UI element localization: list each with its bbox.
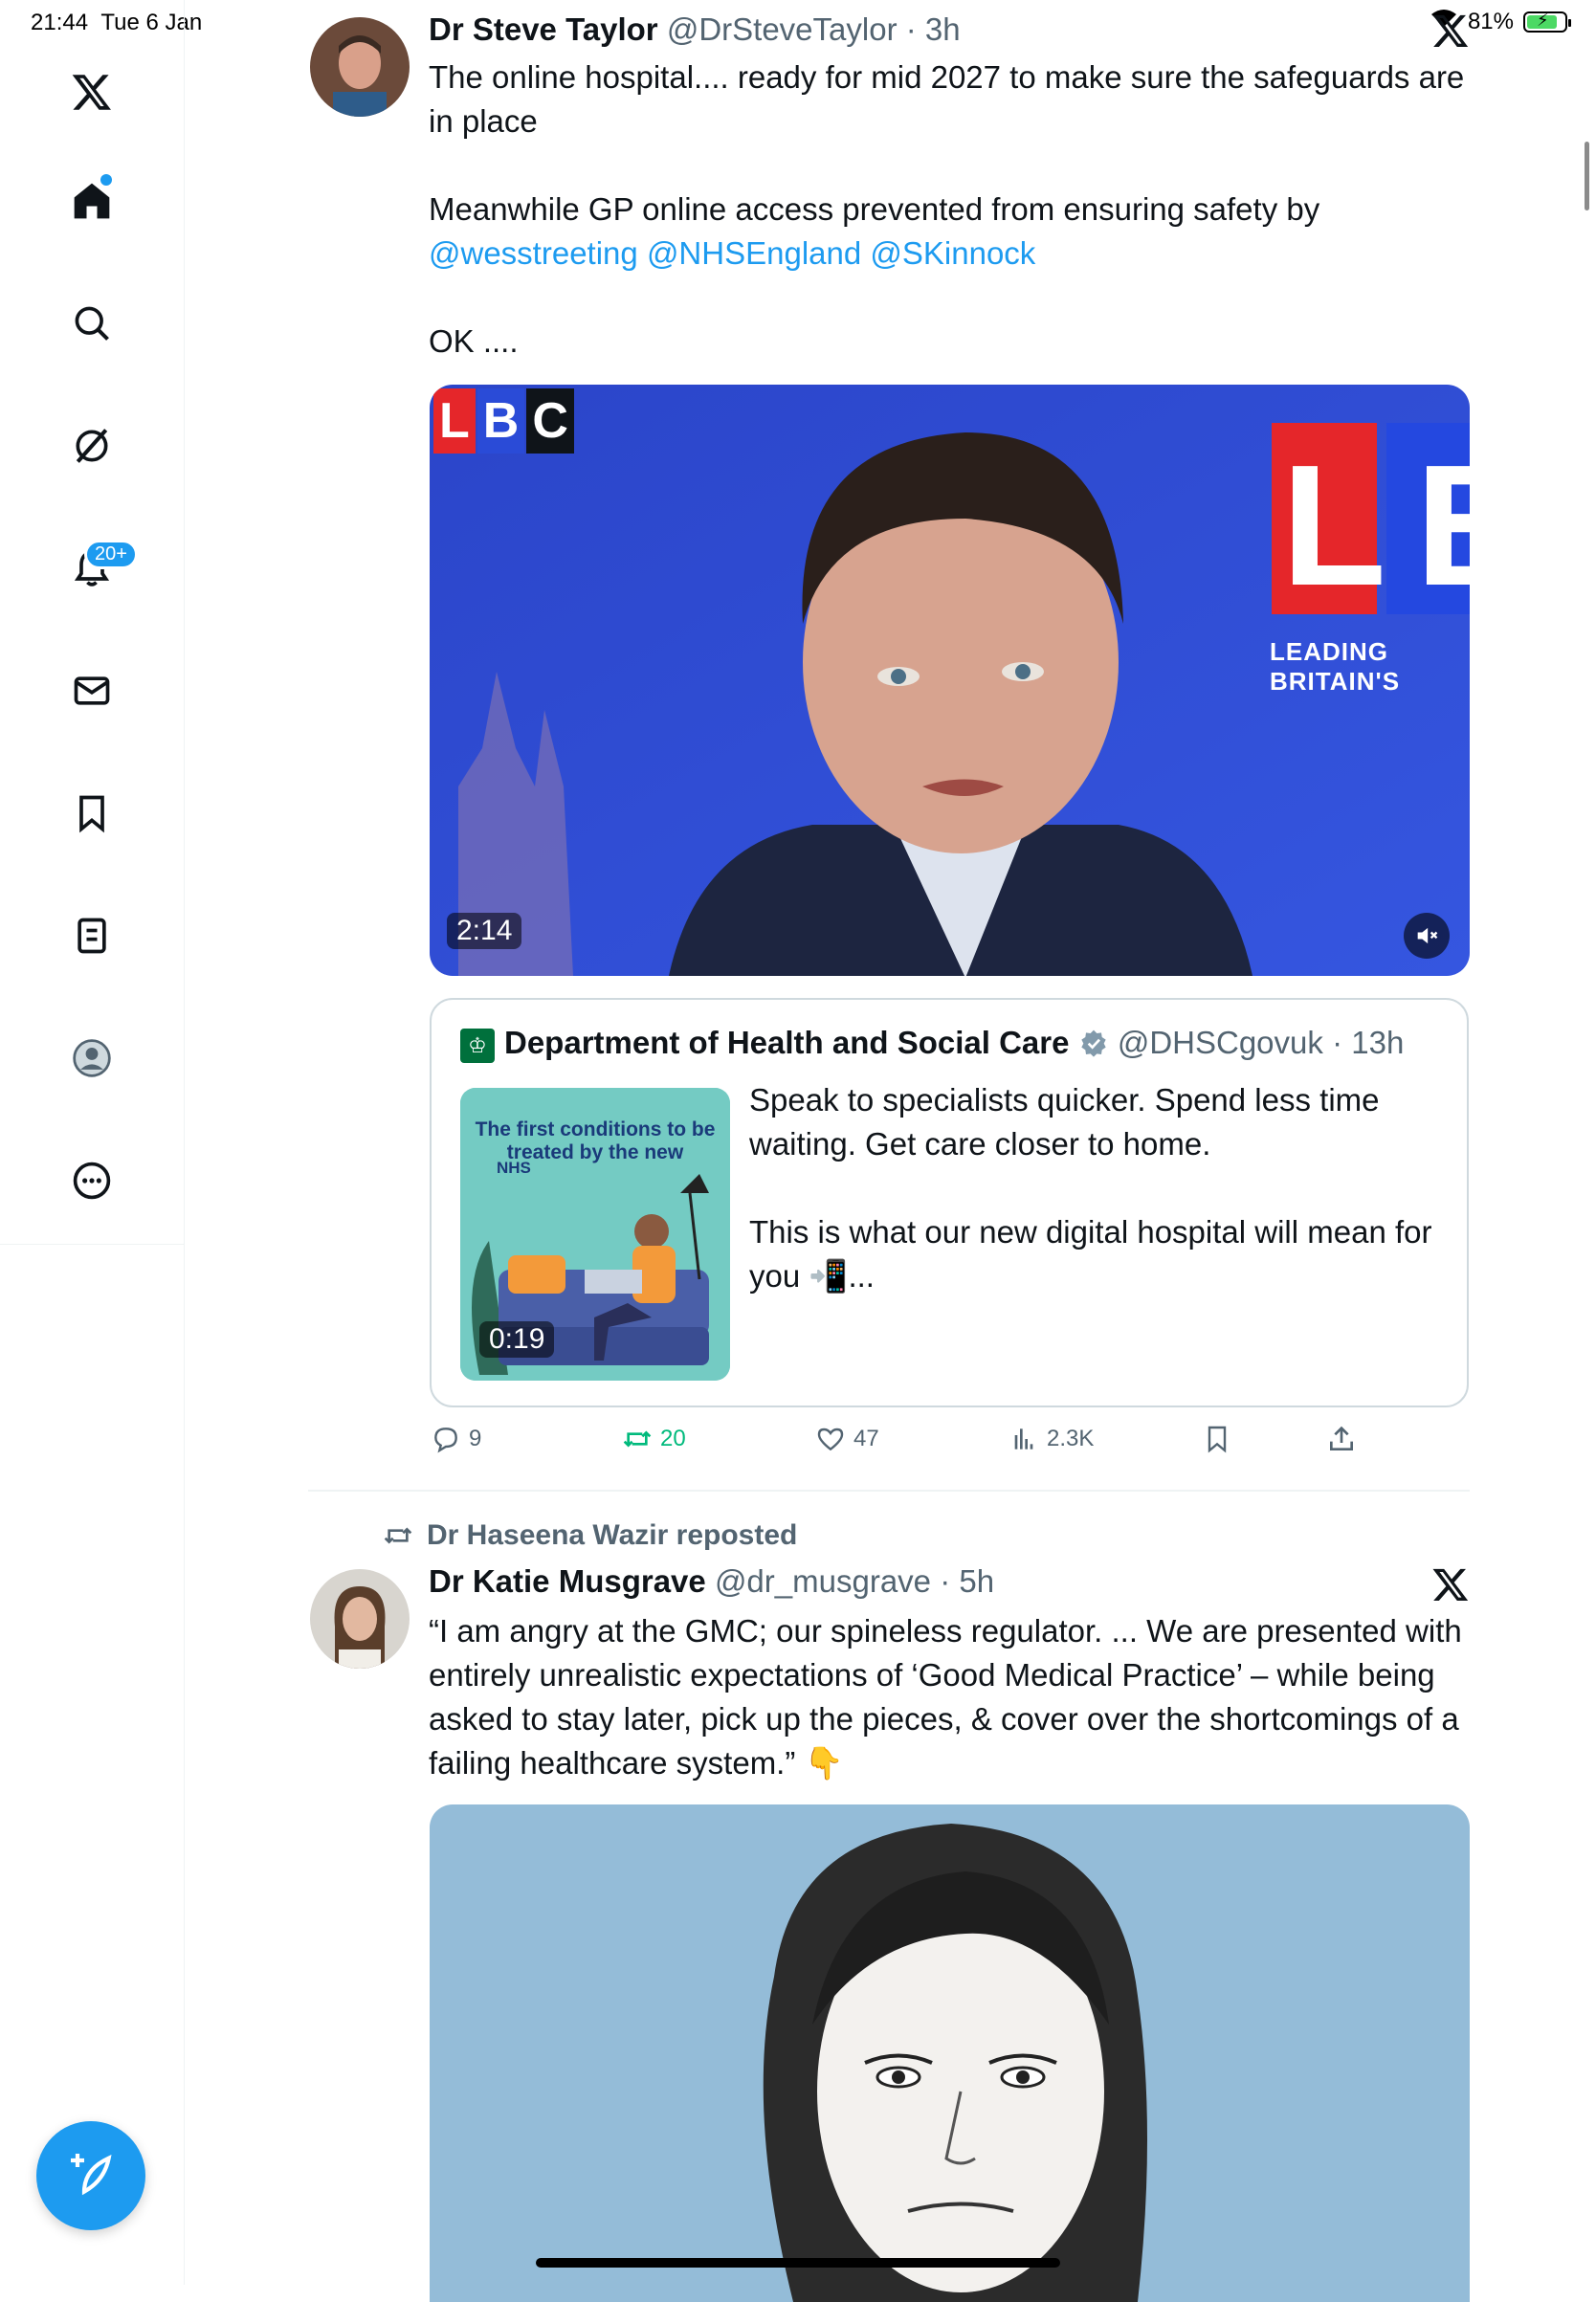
muted-speaker-icon [1417, 927, 1438, 944]
quote-video-duration: 0:19 [479, 1321, 555, 1358]
search-icon[interactable] [61, 293, 122, 354]
quote-tweet-card[interactable]: ♔ Department of Health and Social Care @… [430, 998, 1469, 1407]
views-button[interactable]: 2.3K [1009, 1424, 1094, 1454]
quote-author-name: Department of Health and Social Care [504, 1025, 1070, 1060]
author-name[interactable]: Dr Steve Taylor [429, 11, 658, 47]
compose-post-icon [64, 2147, 118, 2205]
messages-icon[interactable] [61, 660, 122, 721]
repost-count: 20 [660, 1426, 686, 1451]
dhsc-logo-icon: ♔ [460, 1029, 495, 1063]
grok-icon[interactable] [61, 415, 122, 476]
like-button[interactable]: 47 [815, 1424, 879, 1454]
sidebar-divider [0, 1244, 184, 1245]
quote-text: Speak to specialists quicker. Spend less… [749, 1078, 1446, 1298]
author-name[interactable]: Dr Katie Musgrave [429, 1563, 706, 1599]
x-logo-icon[interactable] [61, 61, 122, 122]
bookmark-button[interactable] [1202, 1424, 1232, 1454]
reply-icon [434, 1428, 457, 1453]
tweet-divider [308, 1490, 1470, 1492]
tweet1-text-2: Meanwhile GP online access prevented fro… [429, 191, 1320, 227]
battery-percent: 81% [1467, 8, 1514, 34]
heart-icon [817, 1428, 844, 1451]
mention-nhsengland[interactable]: @NHSEngland [647, 235, 861, 271]
repost-button[interactable]: 20 [622, 1424, 686, 1454]
repost-icon [384, 1527, 412, 1544]
share-icon [1330, 1426, 1353, 1450]
mute-button[interactable] [1404, 913, 1450, 959]
notifications-badge: 20+ [84, 540, 138, 569]
video-duration: 2:14 [447, 913, 522, 949]
tweet1-header: Dr Steve Taylor @DrSteveTaylor · 3h [429, 11, 961, 47]
thumbnail-title: The first conditions to be treated by th… [475, 1118, 716, 1163]
tweet1-video[interactable]: L B C LB LEADING BRITAIN'S 2:14 [430, 385, 1470, 976]
lbc-logo: L B C [433, 388, 574, 454]
lbc-tagline: LEADING BRITAIN'S [1270, 637, 1401, 696]
repost-context[interactable]: Dr Haseena Wazir reposted [383, 1519, 797, 1552]
tweet-time[interactable]: 5h [959, 1563, 994, 1599]
repost-icon [623, 1430, 652, 1448]
quote-time: 13h [1351, 1025, 1405, 1060]
thumbnail-sub: NHS [497, 1159, 531, 1177]
home-icon[interactable] [61, 170, 122, 232]
quote-author-handle: @DHSCgovuk [1117, 1025, 1323, 1060]
sidebar: 20+ [0, 0, 185, 2285]
tweet1-text-1: The online hospital.... ready for mid 20… [429, 59, 1465, 139]
tweet2-header: Dr Katie Musgrave @dr_musgrave · 5h [429, 1563, 995, 1599]
more-icon[interactable] [61, 1150, 122, 1211]
share-button[interactable] [1326, 1424, 1357, 1454]
tweet-time[interactable]: 3h [925, 11, 961, 47]
like-count: 47 [853, 1426, 879, 1451]
mention-wesstreeting[interactable]: @wesstreeting [429, 235, 638, 271]
grok-x-icon[interactable] [1431, 11, 1470, 55]
quote-header: Department of Health and Social Care @DH… [504, 1025, 1405, 1060]
battery-icon: ⚡ [1523, 11, 1571, 33]
quote-video-thumbnail[interactable]: The first conditions to be treated by th… [460, 1088, 730, 1381]
views-icon [1014, 1428, 1033, 1450]
tweet1-actions: 9 20 47 2.3K [431, 1424, 1474, 1468]
reply-count: 9 [469, 1426, 482, 1451]
tweet1-body: The online hospital.... ready for mid 20… [429, 55, 1472, 364]
tweet2-image[interactable] [430, 1804, 1470, 2302]
grok-x-icon[interactable] [1431, 1565, 1470, 1608]
scroll-indicator[interactable] [1585, 142, 1589, 210]
home-indicator [536, 2258, 1060, 2268]
avatar-steve-taylor[interactable] [310, 17, 410, 117]
reposted-by-text: Dr Haseena Wazir reposted [427, 1519, 798, 1551]
mention-skinnock[interactable]: @SKinnock [870, 235, 1035, 271]
quote-text-1: Speak to specialists quicker. Spend less… [749, 1082, 1380, 1162]
profile-icon[interactable] [61, 1028, 122, 1089]
compose-post-button[interactable] [36, 2121, 145, 2230]
bookmarks-icon[interactable] [61, 783, 122, 844]
author-handle[interactable]: @DrSteveTaylor [667, 11, 898, 47]
verified-gov-badge-icon [1078, 1025, 1118, 1060]
author-handle[interactable]: @dr_musgrave [715, 1563, 931, 1599]
tweet1-text-3: OK .... [429, 323, 519, 359]
lists-icon[interactable] [61, 905, 122, 966]
lbc-big-logo: LB [1281, 430, 1470, 622]
home-unread-dot [100, 174, 112, 186]
quote-text-2: This is what our new digital hospital wi… [749, 1214, 1432, 1294]
bookmark-icon [1208, 1426, 1227, 1453]
tweet2-text: “I am angry at the GMC; our spineless re… [429, 1613, 1462, 1781]
reply-button[interactable]: 9 [431, 1424, 481, 1454]
avatar-katie-musgrave[interactable] [310, 1569, 410, 1669]
views-count: 2.3K [1047, 1426, 1095, 1451]
